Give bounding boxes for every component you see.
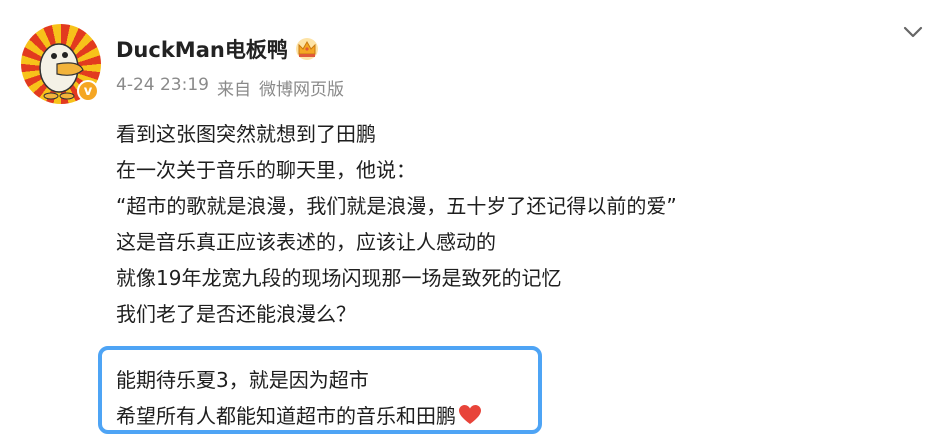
username-text[interactable]: DuckMan电板鸭 (116, 34, 288, 64)
post-line: 就像19年龙宽九段的现场闪现那一场是致死的记忆 (116, 266, 562, 290)
highlight-line: 希望所有人都能知道超市的音乐和田鹏 (116, 398, 482, 434)
post-author[interactable]: DuckMan电板鸭 (116, 34, 320, 64)
post-line: 这是音乐真正应该表述的，应该让人感动的 (116, 230, 496, 254)
highlight-line: 能期待乐夏3，就是因为超市 (116, 368, 369, 392)
chevron-down-icon[interactable] (902, 24, 924, 40)
highlight-text: 能期待乐夏3，就是因为超市 希望所有人都能知道超市的音乐和田鹏 (116, 362, 482, 434)
heart-icon (459, 405, 481, 424)
source-prefix: 来自 (216, 80, 251, 100)
verified-badge-icon: v (77, 80, 99, 102)
avatar[interactable]: v (21, 24, 101, 104)
post-line: “超市的歌就是浪漫，我们就是浪漫，五十岁了还记得以前的爱” (116, 194, 677, 218)
post-timestamp[interactable]: 4-24 23:19 (116, 75, 209, 100)
post-line: 我们老了是否还能浪漫么？ (116, 302, 356, 326)
post-meta: 4-24 23:19 来自 微博网页版 (116, 75, 344, 100)
post-line: 看到这张图突然就想到了田鹏 (116, 122, 376, 146)
highlight-line-text: 希望所有人都能知道超市的音乐和田鹏 (116, 404, 456, 428)
post-body: 看到这张图突然就想到了田鹏 在一次关于音乐的聊天里，他说： “超市的歌就是浪漫，… (116, 116, 916, 332)
post-source: 微博网页版 (258, 80, 344, 100)
crown-icon[interactable] (294, 37, 320, 61)
post-line: 在一次关于音乐的聊天里，他说： (116, 158, 416, 182)
